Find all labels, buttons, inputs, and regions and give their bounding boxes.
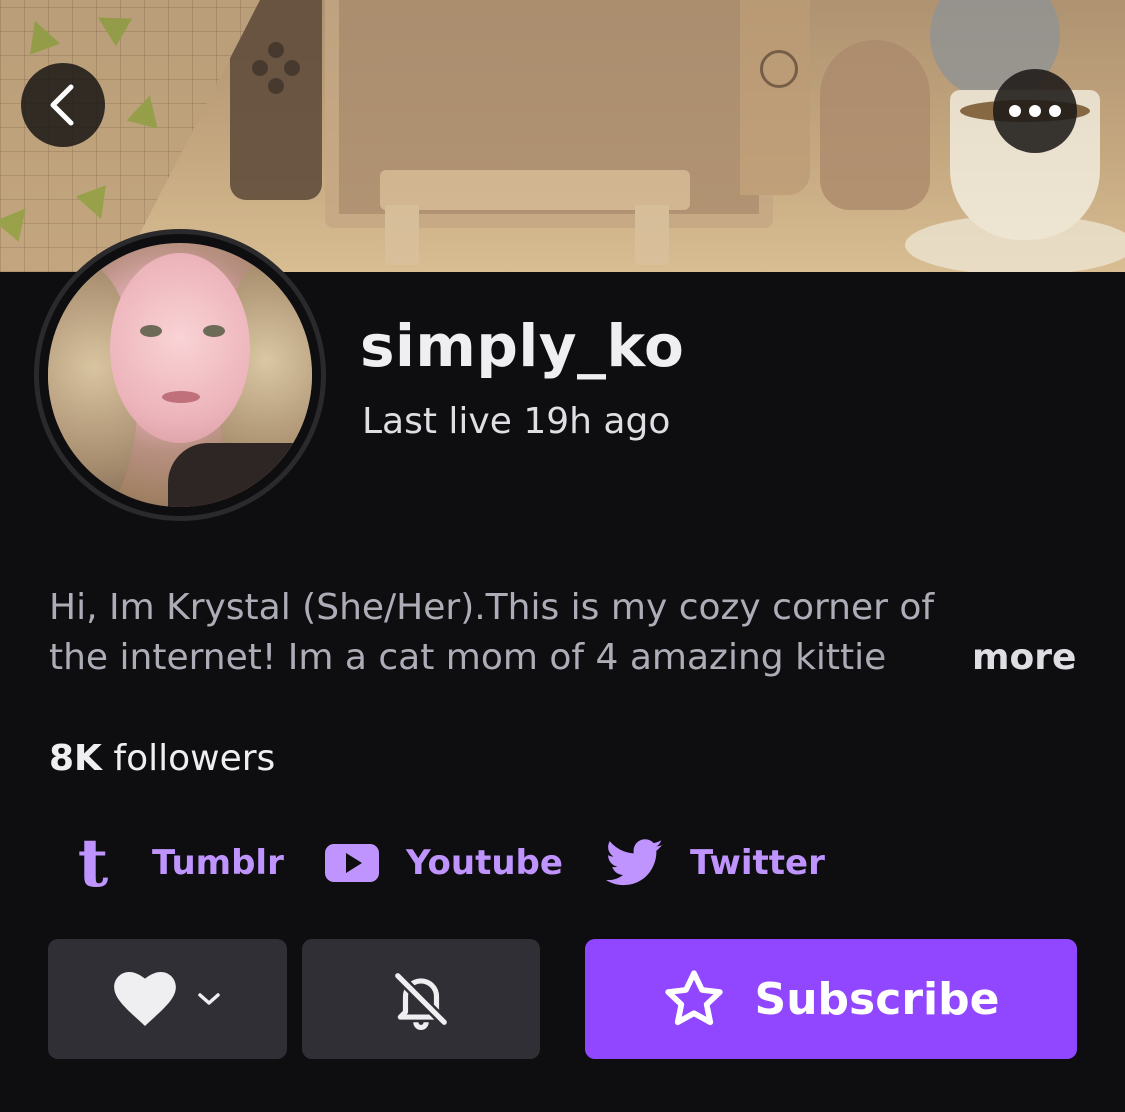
channel-bio: Hi, Im Krystal (She/Her).This is my cozy… — [49, 583, 949, 683]
bell-off-icon — [394, 972, 448, 1030]
social-label: Tumblr — [152, 843, 284, 883]
social-link-twitter[interactable]: Twitter — [606, 834, 825, 892]
subscribe-button[interactable]: Subscribe — [585, 939, 1077, 1059]
twitter-icon — [606, 839, 664, 887]
more-horizontal-icon — [1009, 105, 1061, 117]
bio-more-link[interactable]: more — [972, 633, 1076, 683]
chevron-left-icon — [50, 84, 74, 126]
social-link-youtube[interactable]: Youtube — [324, 834, 563, 892]
avatar-image — [48, 243, 312, 507]
followers-number: 8K — [49, 738, 102, 779]
last-live-status: Last live 19h ago — [362, 401, 671, 442]
avatar[interactable] — [34, 229, 326, 521]
tumblr-icon: t — [77, 824, 109, 902]
youtube-icon — [324, 843, 380, 883]
followers-count: 8K followers — [49, 734, 275, 784]
social-link-tumblr[interactable]: t Tumblr — [60, 824, 284, 902]
notifications-button[interactable] — [302, 939, 540, 1059]
followers-label: followers — [113, 738, 276, 779]
more-options-button[interactable] — [993, 69, 1077, 153]
heart-icon — [113, 972, 176, 1026]
bio-line: the internet! Im a cat mom of 4 amazing … — [49, 637, 887, 678]
bio-line: Hi, Im Krystal (She/Her).This is my cozy… — [49, 587, 935, 628]
back-button[interactable] — [21, 63, 105, 147]
social-label: Youtube — [406, 843, 563, 883]
subscribe-label: Subscribe — [754, 973, 1000, 1025]
chevron-down-icon — [197, 993, 220, 1005]
star-icon — [664, 970, 723, 1026]
follow-button[interactable] — [48, 939, 287, 1059]
channel-name: simply_ko — [360, 312, 685, 380]
social-label: Twitter — [690, 843, 825, 883]
